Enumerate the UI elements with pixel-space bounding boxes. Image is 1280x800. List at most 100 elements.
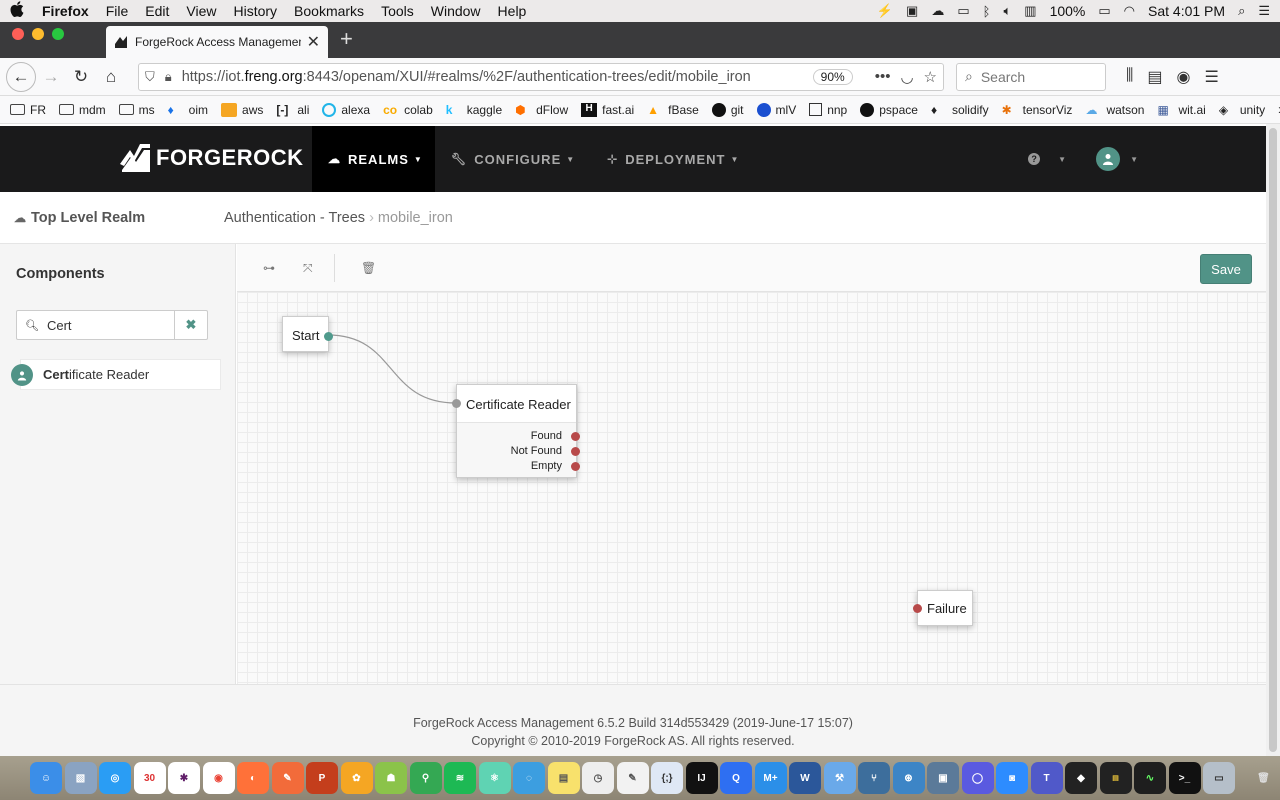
minimize-window-button[interactable] <box>32 28 44 40</box>
start-output-port[interactable] <box>324 332 333 341</box>
zoom-level-badge[interactable]: 90% <box>812 68 853 85</box>
bookmark-aws[interactable]: aws <box>221 102 263 117</box>
finder-icon[interactable]: ☺ <box>30 762 62 794</box>
menu-view[interactable]: View <box>186 3 216 19</box>
home-button[interactable]: ⌂ <box>96 62 126 92</box>
scrollbar-thumb[interactable] <box>1269 128 1277 752</box>
bookmark-watson[interactable]: ☁ watson <box>1085 103 1144 117</box>
clear-filter-button[interactable]: ✖ <box>175 310 208 340</box>
menu-edit[interactable]: Edit <box>145 3 169 19</box>
bookmark-pspace[interactable]: pspace <box>860 102 918 117</box>
bookmark-alexa[interactable]: alexa <box>322 102 370 117</box>
sourcetree-icon[interactable]: ⑂ <box>858 762 890 794</box>
menu-app-firefox[interactable]: Firefox <box>42 3 89 19</box>
json-app-icon[interactable]: {;} <box>651 762 683 794</box>
start-to-cert-connector[interactable] <box>327 334 457 404</box>
sync-app-icon[interactable]: ◌ <box>513 762 545 794</box>
notification-center-icon[interactable]: ☰ <box>1258 3 1270 19</box>
clock[interactable]: Sat 4:01 PM <box>1148 3 1225 19</box>
menu-tools[interactable]: Tools <box>381 3 414 19</box>
circle-app-icon[interactable]: ◯ <box>961 762 994 794</box>
trash-icon[interactable]: 🗑︎ <box>361 261 376 275</box>
save-button[interactable]: Save <box>1200 254 1252 284</box>
empty-output-port[interactable] <box>571 462 580 471</box>
nav-configure[interactable]: 🔧︎ CONFIGURE ▼ <box>435 126 591 192</box>
preview-icon[interactable]: ▧ <box>64 762 97 794</box>
forgerock-dock-icon[interactable]: ◆ <box>1065 762 1097 794</box>
bookmark-nnp[interactable]: nnp <box>809 103 847 117</box>
spotify-icon[interactable]: ≋ <box>444 762 476 794</box>
zoom-app-icon[interactable]: ◙ <box>996 762 1028 794</box>
bookmark-star-icon[interactable]: ☆ <box>924 68 937 86</box>
tidy-tree-icon[interactable]: ⊶ <box>263 261 275 275</box>
bluetooth-icon[interactable]: ᛒ <box>983 4 991 19</box>
bookmark-colab[interactable]: co colab <box>383 103 433 117</box>
teams-icon[interactable]: T <box>1030 762 1063 794</box>
cloud-upload-icon[interactable]: ☁ <box>931 3 944 19</box>
help-menu[interactable]: ? ▼ <box>1028 153 1066 165</box>
android-icon[interactable]: ☗ <box>375 762 407 794</box>
nav-deployment[interactable]: ⊹ DEPLOYMENT ▼ <box>591 126 755 192</box>
bookmark-witai[interactable]: ▦ wit.ai <box>1157 103 1205 117</box>
bookmark-oim[interactable]: ♦ oim <box>168 103 208 117</box>
calendar-icon[interactable]: 30 <box>133 762 166 794</box>
realm-title[interactable]: ☁ Top Level Realm <box>14 210 145 226</box>
firefox-icon[interactable]: ◐ <box>237 762 269 794</box>
activity-monitor-icon[interactable]: ∿ <box>1134 762 1166 794</box>
failure-node[interactable]: Failure <box>913 590 973 626</box>
tree-canvas[interactable]: Start Certificate Reader Found Not Found… <box>237 292 1266 684</box>
powerpoint-icon[interactable]: P <box>306 762 338 794</box>
pencil-app-icon[interactable]: ✎ <box>271 762 304 794</box>
network-app-icon[interactable]: ⊛ <box>892 762 925 794</box>
page-scrollbar[interactable] <box>1266 124 1280 756</box>
atom-icon[interactable]: ⚛ <box>478 762 511 794</box>
q-app-icon[interactable]: Q <box>720 762 752 794</box>
page-actions-icon[interactable]: ••• <box>875 68 891 85</box>
bookmark-tensorviz[interactable]: ✱ tensorViz <box>1002 103 1073 117</box>
library-icon[interactable]: ⫼ <box>1126 67 1133 87</box>
battery-icon[interactable]: ▭ <box>1098 3 1110 19</box>
bookmark-fr[interactable]: FR <box>10 103 46 117</box>
bookmark-git[interactable]: git <box>711 102 744 117</box>
menu-file[interactable]: File <box>106 3 129 19</box>
menu-window[interactable]: Window <box>431 3 481 19</box>
component-certificate-reader[interactable]: Cert ificate Reader <box>20 359 221 390</box>
tab-close-icon[interactable]: ✕ <box>307 32 320 52</box>
console-icon[interactable]: ▤ <box>1099 762 1132 794</box>
flower-app-icon[interactable]: ✿ <box>340 762 373 794</box>
vpn-icon[interactable]: ⚡ <box>877 3 893 19</box>
trash-dock-icon[interactable]: 🗑︎ <box>1248 762 1280 794</box>
airplay-icon[interactable]: ▭ <box>957 3 969 19</box>
markdown-app-icon[interactable]: M+ <box>754 762 787 794</box>
account-icon[interactable]: ◉ <box>1177 67 1191 87</box>
component-filter-input[interactable]: 🔍︎ Cert <box>16 310 175 340</box>
bookmark-mdm[interactable]: mdm <box>59 103 106 117</box>
start-node[interactable]: Start <box>282 316 333 352</box>
memory-icon[interactable]: ▥ <box>1024 3 1036 19</box>
zoom-window-button[interactable] <box>52 28 64 40</box>
notes-icon[interactable]: ▤ <box>547 762 580 794</box>
new-tab-button[interactable]: + <box>340 26 353 58</box>
found-output-port[interactable] <box>571 432 580 441</box>
bookmark-ms[interactable]: ms <box>118 103 155 117</box>
browser-tab-active[interactable]: ForgeRock Access Management ✕ <box>106 26 328 58</box>
scanner-app-icon[interactable]: ▭ <box>1203 762 1235 794</box>
lock-icon[interactable]: 🔒︎ <box>165 69 172 85</box>
failure-input-port[interactable] <box>913 604 922 613</box>
word-icon[interactable]: W <box>789 762 821 794</box>
clock-app-icon[interactable]: ◷ <box>582 762 614 794</box>
bookmark-mlv[interactable]: mlV <box>756 102 796 117</box>
bookmark-fastai[interactable]: Hfast.ai <box>581 102 634 117</box>
bookmark-kaggle[interactable]: k kaggle <box>446 103 502 117</box>
bookmark-solidify[interactable]: ♦ solidify <box>931 103 989 117</box>
xcode-icon[interactable]: ⚒ <box>823 762 856 794</box>
terminal-icon[interactable]: >_ <box>1168 762 1201 794</box>
certificate-reader-node[interactable]: Certificate Reader Found Not Found Empty <box>452 384 580 478</box>
url-text[interactable]: https://iot.freng.org:8443/openam/XUI/#r… <box>182 69 813 85</box>
safari-icon[interactable]: ◎ <box>99 762 131 794</box>
bookmark-ali[interactable]: [-] ali <box>276 103 309 117</box>
menu-bookmarks[interactable]: Bookmarks <box>294 3 364 19</box>
bookmark-fbase[interactable]: ▲ fBase <box>647 103 699 117</box>
sidebar-toggle-icon[interactable]: ▤ <box>1147 67 1162 87</box>
reload-button[interactable]: ↻ <box>66 62 96 92</box>
